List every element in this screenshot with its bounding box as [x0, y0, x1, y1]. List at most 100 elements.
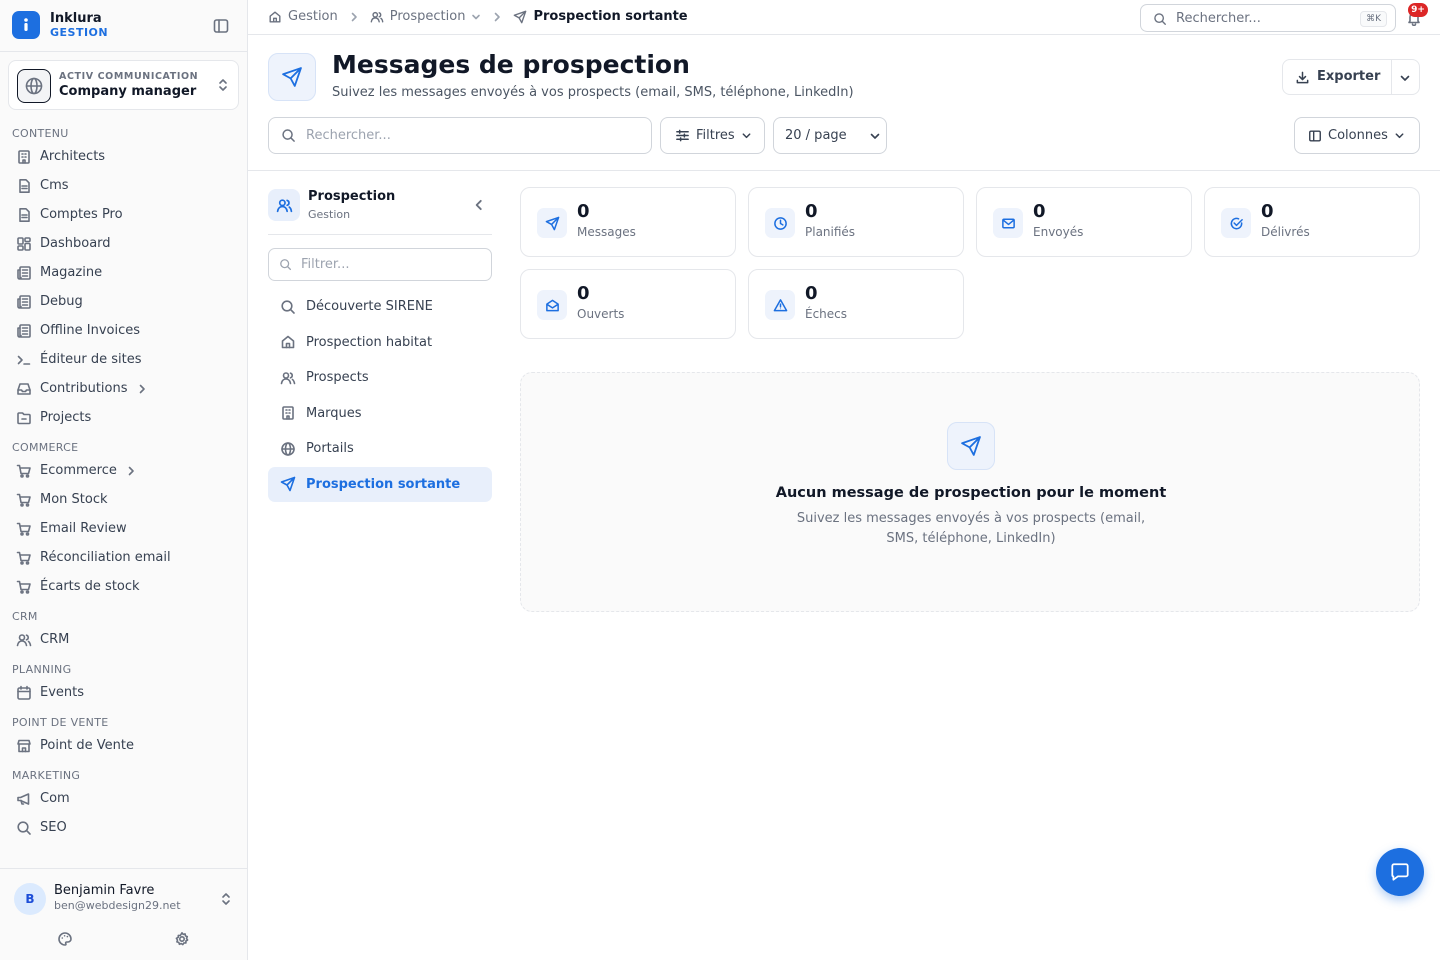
empty-state-description: Suivez les messages envoyés à vos prospe…: [796, 511, 1146, 546]
breadcrumb-item-gestion[interactable]: Gestion: [268, 9, 338, 24]
sidebar-item-point-de-vente[interactable]: Point de Vente: [0, 731, 247, 760]
chevron-left-icon[interactable]: [472, 198, 486, 212]
sidebar-item-editeur-de-sites[interactable]: Éditeur de sites: [0, 345, 247, 374]
sidebar-item-label: Contributions: [40, 381, 128, 396]
building-icon: [280, 405, 296, 421]
sidebar-item-crm[interactable]: CRM: [0, 625, 247, 654]
stat-value: 0: [805, 283, 818, 304]
page-header: Messages de prospection Suivez les messa…: [248, 35, 1440, 171]
filters-button[interactable]: Filtres: [660, 117, 765, 154]
subnav-item-label: Prospects: [306, 370, 369, 386]
sidebar-toggle-icon[interactable]: [212, 17, 230, 35]
sidebar-item-label: Projects: [40, 410, 92, 425]
stat-card-ouverts: 0 Ouverts: [520, 269, 736, 339]
sidebar-item-ecarts-de-stock[interactable]: Écarts de stock: [0, 572, 247, 601]
avatar: B: [14, 883, 46, 915]
chevron-right-icon: [491, 11, 503, 23]
breadcrumb-item-current: Prospection sortante: [513, 9, 688, 24]
chevron-down-icon[interactable]: [1399, 72, 1411, 84]
brand-logo-icon: [12, 11, 40, 39]
gear-icon[interactable]: [174, 931, 190, 947]
terminal-icon: [16, 352, 32, 368]
sidebar-item-label: Comptes Pro: [40, 207, 123, 222]
sidebar-section-title: MARKETING: [12, 769, 81, 782]
sidebar-item-events[interactable]: Events: [0, 678, 247, 707]
per-page-select[interactable]: 20 / page: [773, 117, 887, 154]
sidebar-item-label: Offline Invoices: [40, 323, 141, 338]
chevron-down-icon: [471, 12, 481, 22]
stat-card-envoyes: 0 Envoyés: [976, 187, 1192, 257]
search-icon: [279, 258, 292, 271]
subnav-item-prospects[interactable]: Prospects: [268, 360, 492, 396]
columns-label: Colonnes: [1328, 128, 1388, 143]
stat-card-planifies: 0 Planifiés: [748, 187, 964, 257]
breadcrumb-label: Prospection sortante: [533, 9, 688, 24]
stat-value: 0: [577, 201, 590, 222]
company-switcher[interactable]: ACTIV COMMUNICATION Company manager: [8, 60, 239, 110]
building-icon: [16, 149, 32, 165]
stat-label: Ouverts: [577, 307, 625, 321]
sidebar-item-reconciliation-email[interactable]: Réconciliation email: [0, 543, 247, 572]
subnav-item-prospection-habitat[interactable]: Prospection habitat: [268, 325, 492, 361]
sidebar-item-magazine[interactable]: Magazine: [0, 258, 247, 287]
export-divider: [1391, 60, 1392, 94]
sidebar-item-com[interactable]: Com: [0, 784, 247, 813]
sidebar-item-dashboard[interactable]: Dashboard: [0, 229, 247, 258]
sidebar-item-email-review[interactable]: Email Review: [0, 514, 247, 543]
sidebar-item-projects[interactable]: Projects: [0, 403, 247, 432]
sidebar-item-label: CRM: [40, 632, 70, 647]
clock-icon: [765, 208, 795, 238]
message-icon: [1389, 861, 1411, 883]
stat-card-messages: 0 Messages: [520, 187, 736, 257]
sidebar-section-title: COMMERCE: [12, 441, 79, 454]
chevrons-up-down-icon[interactable]: [219, 891, 233, 907]
search-input[interactable]: Rechercher...: [268, 117, 652, 154]
subnav-filter-input[interactable]: Filtrer...: [268, 248, 492, 281]
sidebar-item-mon-stock[interactable]: Mon Stock: [0, 485, 247, 514]
columns-button[interactable]: Colonnes: [1294, 117, 1420, 154]
grid-icon: [16, 236, 32, 252]
sidebar-item-label: Éditeur de sites: [40, 352, 142, 367]
subnav-item-portails[interactable]: Portails: [268, 431, 492, 467]
stat-card-echecs: 0 Échecs: [748, 269, 964, 339]
export-button[interactable]: Exporter: [1282, 59, 1420, 95]
subnav-item-marques[interactable]: Marques: [268, 396, 492, 432]
store-icon: [16, 738, 32, 754]
sidebar-section-title: POINT DE VENTE: [12, 716, 109, 729]
page-subtitle: Suivez les messages envoyés à vos prospe…: [332, 85, 854, 100]
sidebar-item-architects[interactable]: Architects: [0, 142, 247, 171]
subnav-item-decouverte-sirene[interactable]: Découverte SIRENE: [268, 289, 492, 325]
per-page-value: 20 / page: [785, 128, 847, 143]
breadcrumb: Gestion Prospection Prospection sortante: [268, 9, 688, 24]
breadcrumb-item-prospection[interactable]: Prospection: [370, 9, 482, 24]
breadcrumb-label: Gestion: [288, 9, 338, 24]
chat-button[interactable]: [1376, 848, 1424, 896]
sidebar-item-offline-invoices[interactable]: Offline Invoices: [0, 316, 247, 345]
sidebar-item-ecommerce[interactable]: Ecommerce: [0, 456, 247, 485]
sidebar-item-contributions[interactable]: Contributions: [0, 374, 247, 403]
sidebar-item-label: SEO: [40, 820, 67, 835]
user-panel[interactable]: B Benjamin Favre ben@webdesign29.net: [0, 868, 247, 960]
sidebar-item-cms[interactable]: Cms: [0, 171, 247, 200]
chevron-down-icon: [1394, 130, 1405, 141]
palette-icon[interactable]: [57, 931, 73, 947]
mail-icon: [993, 208, 1023, 238]
search-placeholder: Rechercher...: [1176, 11, 1261, 26]
cart-icon: [16, 579, 32, 595]
stat-value: 0: [577, 283, 590, 304]
search-placeholder: Rechercher...: [306, 128, 391, 143]
send-icon: [280, 476, 296, 492]
subnav-item-label: Portails: [306, 441, 354, 457]
company-role: Company manager: [59, 84, 197, 99]
users-icon: [268, 189, 300, 221]
subnav-item-prospection-sortante[interactable]: Prospection sortante: [268, 466, 492, 502]
stat-label: Délivrés: [1261, 225, 1310, 239]
sidebar-item-label: Email Review: [40, 521, 127, 536]
sidebar-item-comptes-pro[interactable]: Comptes Pro: [0, 200, 247, 229]
subnav-item-label: Prospection sortante: [306, 476, 461, 492]
global-search-input[interactable]: Rechercher... ⌘K: [1140, 4, 1396, 32]
sidebar-item-seo[interactable]: SEO: [0, 813, 247, 842]
sidebar-item-debug[interactable]: Debug: [0, 287, 247, 316]
megaphone-icon: [16, 791, 32, 807]
download-icon: [1295, 70, 1310, 85]
